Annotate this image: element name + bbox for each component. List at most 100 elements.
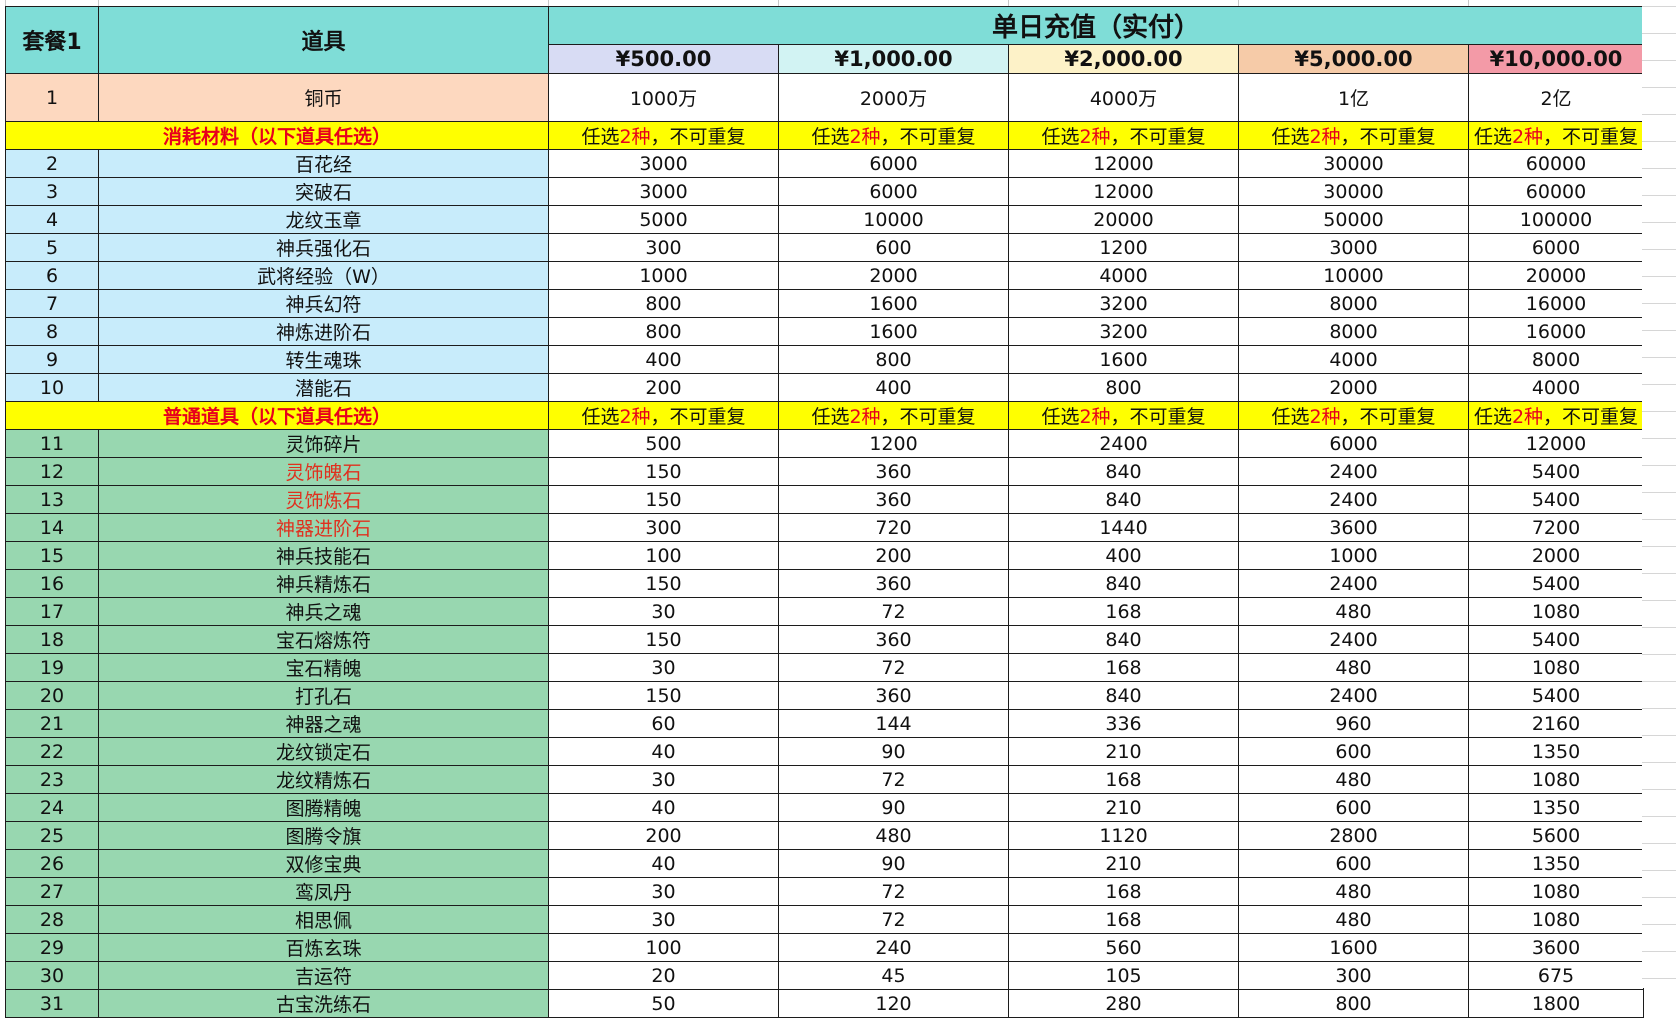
item-name-cell[interactable]: 百炼玄珠	[98, 933, 549, 962]
value-cell[interactable]: 360	[778, 569, 1009, 598]
value-cell[interactable]: 300	[548, 233, 779, 262]
value-cell[interactable]: 1600	[1238, 933, 1469, 962]
value-cell[interactable]: 210	[1008, 849, 1239, 878]
row-number-cell[interactable]: 27	[5, 877, 99, 906]
row-number-cell[interactable]: 14	[5, 513, 99, 542]
value-cell[interactable]: 2400	[1238, 485, 1469, 514]
value-cell[interactable]: 400	[548, 345, 779, 374]
item-name-cell[interactable]: 百花经	[98, 149, 549, 178]
row-number-cell[interactable]: 21	[5, 709, 99, 738]
value-cell[interactable]: 12000	[1468, 429, 1644, 458]
value-cell[interactable]: 2400	[1238, 681, 1469, 710]
value-cell[interactable]: 72	[778, 597, 1009, 626]
item-name-cell[interactable]: 神器之魂	[98, 709, 549, 738]
value-cell[interactable]: 1350	[1468, 793, 1644, 822]
value-cell[interactable]: 2400	[1238, 569, 1469, 598]
item-name-cell[interactable]: 双修宝典	[98, 849, 549, 878]
value-cell[interactable]: 3200	[1008, 289, 1239, 318]
value-cell[interactable]: 3600	[1238, 513, 1469, 542]
value-cell[interactable]: 4000	[1008, 261, 1239, 290]
value-cell[interactable]: 2800	[1238, 821, 1469, 850]
value-cell[interactable]: 1120	[1008, 821, 1239, 850]
item-name-cell[interactable]: 龙纹精炼石	[98, 765, 549, 794]
row-number-cell[interactable]: 10	[5, 373, 99, 402]
row-number-cell[interactable]: 17	[5, 597, 99, 626]
item-name-cell[interactable]: 宝石精魄	[98, 653, 549, 682]
value-cell[interactable]: 210	[1008, 793, 1239, 822]
row-number-cell[interactable]: 25	[5, 821, 99, 850]
value-cell[interactable]: 2000万	[778, 73, 1009, 122]
item-name-cell[interactable]: 灵饰魄石	[98, 457, 549, 486]
value-cell[interactable]: 1080	[1468, 597, 1644, 626]
value-cell[interactable]: 800	[1238, 989, 1469, 1018]
value-cell[interactable]: 5000	[548, 205, 779, 234]
value-cell[interactable]: 5400	[1468, 625, 1644, 654]
value-cell[interactable]: 200	[548, 373, 779, 402]
value-cell[interactable]: 2000	[778, 261, 1009, 290]
value-cell[interactable]: 150	[548, 457, 779, 486]
value-cell[interactable]: 1000	[1238, 541, 1469, 570]
value-cell[interactable]: 240	[778, 933, 1009, 962]
item-name-cell[interactable]: 神炼进阶石	[98, 317, 549, 346]
value-cell[interactable]: 480	[1238, 653, 1469, 682]
value-cell[interactable]: 300	[548, 513, 779, 542]
value-cell[interactable]: 144	[778, 709, 1009, 738]
item-name-cell[interactable]: 神兵强化石	[98, 233, 549, 262]
value-cell[interactable]: 400	[1008, 541, 1239, 570]
recharge-title[interactable]: 单日充值（实付）	[548, 6, 1644, 45]
item-name-cell[interactable]: 神兵之魂	[98, 597, 549, 626]
value-cell[interactable]: 840	[1008, 681, 1239, 710]
value-cell[interactable]: 2亿	[1468, 73, 1644, 122]
item-name-cell[interactable]: 灵饰炼石	[98, 485, 549, 514]
item-name-cell[interactable]: 打孔石	[98, 681, 549, 710]
value-cell[interactable]: 12000	[1008, 177, 1239, 206]
value-cell[interactable]: 2000	[1468, 541, 1644, 570]
value-cell[interactable]: 40	[548, 737, 779, 766]
value-cell[interactable]: 200	[778, 541, 1009, 570]
value-cell[interactable]: 168	[1008, 905, 1239, 934]
value-cell[interactable]: 3000	[548, 149, 779, 178]
value-cell[interactable]: 30000	[1238, 177, 1469, 206]
price-cell[interactable]: ¥500.00	[548, 44, 779, 74]
package-header[interactable]: 套餐1	[5, 6, 99, 74]
item-name-cell[interactable]: 龙纹玉章	[98, 205, 549, 234]
value-cell[interactable]: 16000	[1468, 317, 1644, 346]
value-cell[interactable]: 168	[1008, 765, 1239, 794]
value-cell[interactable]: 168	[1008, 653, 1239, 682]
price-cell[interactable]: ¥1,000.00	[778, 44, 1009, 74]
value-cell[interactable]: 280	[1008, 989, 1239, 1018]
value-cell[interactable]: 4000	[1238, 345, 1469, 374]
value-cell[interactable]: 30	[548, 765, 779, 794]
item-name-cell[interactable]: 图腾精魄	[98, 793, 549, 822]
value-cell[interactable]: 675	[1468, 961, 1644, 990]
value-cell[interactable]: 30000	[1238, 149, 1469, 178]
value-cell[interactable]: 300	[1238, 961, 1469, 990]
value-cell[interactable]: 120	[778, 989, 1009, 1018]
row-number-cell[interactable]: 31	[5, 989, 99, 1018]
value-cell[interactable]: 30	[548, 653, 779, 682]
value-cell[interactable]: 2000	[1238, 373, 1469, 402]
row-number-cell[interactable]: 1	[5, 73, 99, 122]
pick-rule-cell[interactable]: 任选2种，不可重复	[1238, 401, 1469, 430]
value-cell[interactable]: 1350	[1468, 849, 1644, 878]
row-number-cell[interactable]: 29	[5, 933, 99, 962]
value-cell[interactable]: 2160	[1468, 709, 1644, 738]
pick-rule-cell[interactable]: 任选2种，不可重复	[1468, 121, 1644, 150]
value-cell[interactable]: 3000	[1238, 233, 1469, 262]
value-cell[interactable]: 360	[778, 485, 1009, 514]
pick-rule-cell[interactable]: 任选2种，不可重复	[778, 401, 1009, 430]
value-cell[interactable]: 50	[548, 989, 779, 1018]
value-cell[interactable]: 1200	[778, 429, 1009, 458]
value-cell[interactable]: 7200	[1468, 513, 1644, 542]
price-cell[interactable]: ¥5,000.00	[1238, 44, 1469, 74]
value-cell[interactable]: 400	[778, 373, 1009, 402]
value-cell[interactable]: 360	[778, 681, 1009, 710]
value-cell[interactable]: 5400	[1468, 681, 1644, 710]
value-cell[interactable]: 150	[548, 569, 779, 598]
row-number-cell[interactable]: 19	[5, 653, 99, 682]
value-cell[interactable]: 3600	[1468, 933, 1644, 962]
value-cell[interactable]: 360	[778, 625, 1009, 654]
pick-rule-cell[interactable]: 任选2种，不可重复	[548, 121, 779, 150]
value-cell[interactable]: 600	[1238, 793, 1469, 822]
row-number-cell[interactable]: 28	[5, 905, 99, 934]
